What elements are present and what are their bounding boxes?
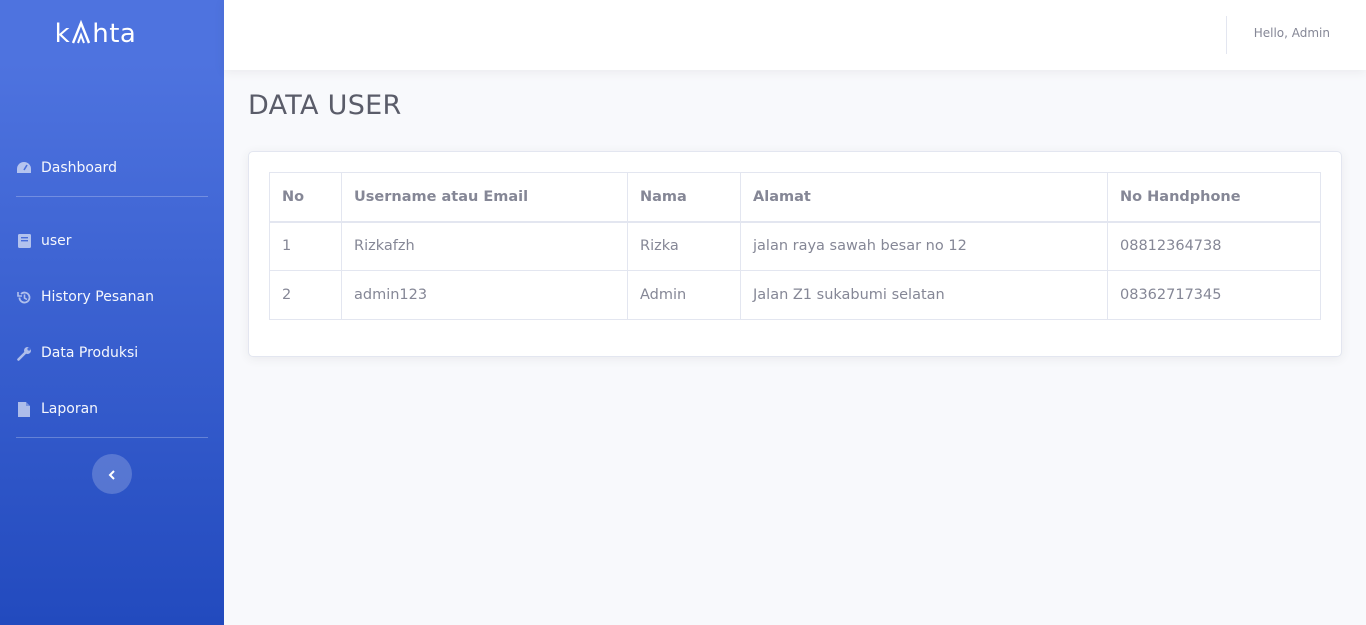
history-icon [16,289,32,305]
sidebar-item-user[interactable]: user [16,229,208,253]
topbar-divider [1226,16,1227,54]
sidebar-item-label: user [41,233,72,249]
table-cell: jalan raya sawah besar no 12 [740,221,1108,271]
table-cell: 08812364738 [1107,221,1321,271]
column-header: Nama [627,172,741,223]
sidebar: k hta Dashboard user History Pesanan Data… [0,0,224,625]
sidebar-item-laporan[interactable]: Laporan [16,397,208,421]
column-header: Alamat [740,172,1108,223]
sidebar-item-label: Data Produksi [41,345,139,361]
user-table: No Username atau Email Nama Alamat No Ha… [269,172,1321,320]
brand-logo[interactable]: k hta [0,16,191,52]
table-cell: 1 [269,221,342,271]
file-icon [16,401,32,417]
sidebar-item-data-produksi[interactable]: Data Produksi [16,341,208,365]
table-cell: admin123 [341,270,628,320]
table-cell: Admin [627,270,741,320]
table-cell: Rizkafzh [341,221,628,271]
topbar: Hello, Admin [224,0,1366,70]
table-row: 2 admin123 Admin Jalan Z1 sukabumi selat… [269,270,1321,320]
chevron-left-icon [108,465,116,484]
sidebar-item-label: Dashboard [41,160,117,176]
sidebar-toggle-button[interactable] [92,454,132,494]
table-cell: Rizka [627,221,741,271]
sidebar-divider [16,196,208,197]
table-cell: 08362717345 [1107,270,1321,320]
table-row: 1 Rizkafzh Rizka jalan raya sawah besar … [269,221,1321,271]
sidebar-item-label: Laporan [41,401,99,417]
table-cell: 2 [269,270,342,320]
sidebar-item-dashboard[interactable]: Dashboard [16,156,208,180]
column-header: No [269,172,342,223]
table-cell: Jalan Z1 sukabumi selatan [740,270,1108,320]
data-card: No Username atau Email Nama Alamat No Ha… [248,151,1342,357]
column-header: No Handphone [1107,172,1321,223]
wrench-icon [16,345,32,361]
sidebar-divider [16,437,208,438]
user-greeting[interactable]: Hello, Admin [1254,26,1330,40]
book-icon [16,233,32,249]
column-header: Username atau Email [341,172,628,223]
table-header-row: No Username atau Email Nama Alamat No Ha… [269,172,1321,223]
brand-text: k hta [54,19,137,49]
page-title: DATA USER [248,90,402,121]
sidebar-item-label: History Pesanan [41,289,155,305]
tachometer-icon [16,160,32,176]
sidebar-item-history[interactable]: History Pesanan [16,285,208,309]
